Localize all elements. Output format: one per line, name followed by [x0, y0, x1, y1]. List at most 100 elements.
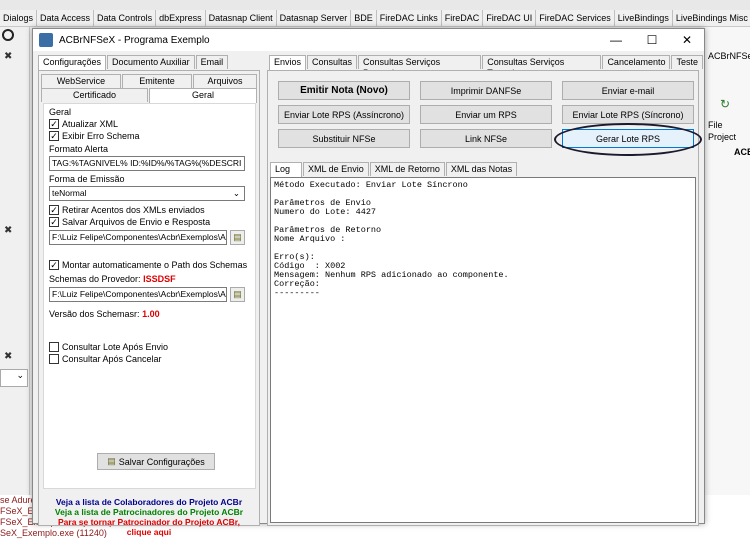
highlight-ellipse [554, 123, 702, 156]
checkbox-label: Consultar Lote Após Envio [62, 342, 169, 352]
palette-tab[interactable]: Dialogs [0, 10, 38, 26]
clique-aqui-link[interactable]: clique aqui [39, 527, 259, 537]
tab-xml-retorno[interactable]: XML de Retorno [369, 162, 445, 176]
enviar-um-rps-button[interactable]: Enviar um RPS [420, 105, 552, 124]
checkbox-icon: ✓ [49, 217, 59, 227]
patrocinador-link[interactable]: Para se tornar Patrocinador do Projeto A… [39, 517, 259, 527]
provedor-value: ISSDSF [143, 274, 176, 284]
minimize-button[interactable]: — [599, 29, 633, 51]
label-text: Schemas do Provedor: [49, 274, 141, 284]
ide-palette-tabs: Dialogs Data Access Data Controls dbExpress… [0, 10, 750, 27]
enviar-lote-sincrono-button[interactable]: Enviar Lote RPS (Síncrono) [562, 105, 694, 124]
versao-value: 1.00 [142, 309, 160, 319]
checkbox-label: Exibir Erro Schema [62, 131, 140, 141]
path-schemas-input[interactable]: F:\Luiz Felipe\Componentes\Acbr\Exemplos… [49, 287, 227, 302]
imprimir-danfse-button[interactable]: Imprimir DANFSe [420, 81, 552, 100]
window-title: ACBrNFSeX - Programa Exemplo [59, 34, 210, 46]
close-icon[interactable]: ✖ [4, 351, 12, 362]
checkbox-label: Salvar Arquivos de Envio e Resposta [62, 217, 211, 227]
file-menu[interactable]: File [708, 120, 723, 130]
palette-tab[interactable]: Data Controls [94, 10, 157, 26]
palette-tab[interactable]: FireDAC Services [536, 10, 615, 26]
chevron-down-icon[interactable]: ⌄ [0, 369, 28, 387]
checkbox-label: Consultar Após Cancelar [62, 354, 162, 364]
consultar-cancelar-checkbox[interactable]: Consultar Após Cancelar [49, 354, 162, 364]
exibir-erro-checkbox[interactable]: ✓ Exibir Erro Schema [49, 131, 140, 141]
ide-toolbar [0, 0, 750, 10]
tree-node[interactable]: ACB [734, 147, 750, 157]
checkbox-icon [49, 354, 59, 364]
folder-icon[interactable]: ▤ [230, 287, 245, 302]
tab-configuracoes[interactable]: Configurações [38, 55, 107, 70]
ide-right-panel: ACBrNFSe File Project ACB ↻ [704, 27, 750, 507]
palette-tab[interactable]: dbExpress [156, 10, 206, 26]
salvar-configuracoes-button[interactable]: ▤ Salvar Configurações [97, 453, 215, 470]
consultar-lote-checkbox[interactable]: Consultar Lote Após Envio [49, 342, 168, 352]
patrocinadores-link[interactable]: Veja a lista de Patrocinadores do Projet… [39, 507, 259, 517]
button-label: Salvar Configurações [118, 456, 205, 467]
palette-tab[interactable]: Data Access [37, 10, 95, 26]
palette-tab[interactable]: LiveBindings Misc [673, 10, 750, 26]
enviar-lote-assincrono-button[interactable]: Enviar Lote RPS (Assíncrono) [278, 105, 410, 124]
palette-tab[interactable]: BDE [351, 10, 377, 26]
tab-certificado[interactable]: Certificado [41, 88, 148, 102]
enviar-email-button[interactable]: Enviar e-mail [562, 81, 694, 100]
palette-tab[interactable]: Datasnap Client [206, 10, 277, 26]
link-nfse-button[interactable]: Link NFSe [420, 129, 552, 148]
app-window: ACBrNFSeX - Programa Exemplo — ☐ ✕ Confi… [32, 28, 705, 537]
folder-icon[interactable]: ▤ [230, 230, 245, 245]
tab-emitente[interactable]: Emitente [122, 74, 192, 88]
forma-emissao-label: Forma de Emissão [49, 174, 125, 184]
substituir-nfse-button[interactable]: Substituir NFSe [278, 129, 410, 148]
tab-email[interactable]: Email [195, 55, 229, 69]
colaboradores-link[interactable]: Veja a lista de Colaboradores do Projeto… [39, 497, 259, 507]
palette-tab[interactable]: FireDAC Links [377, 10, 442, 26]
tab-envios[interactable]: Envios [269, 55, 307, 70]
palette-tab[interactable]: Datasnap Server [277, 10, 352, 26]
schemas-provedor-label: Schemas do Provedor: ISSDSF [49, 274, 176, 284]
tab-consultas-tomados[interactable]: Consultas Serviços Tomados [482, 55, 602, 78]
tab-xml-notas[interactable]: XML das Notas [445, 162, 518, 176]
close-icon[interactable]: ✖ [4, 51, 12, 62]
label-text: Versão dos Schemasr: [49, 309, 140, 319]
close-icon[interactable]: ✖ [4, 225, 12, 236]
app-icon [39, 33, 53, 47]
palette-tab[interactable]: LiveBindings [615, 10, 673, 26]
tab-geral[interactable]: Geral [149, 88, 257, 103]
log-text: Método Executado: Enviar Lote Síncrono P… [274, 180, 509, 298]
tab-consultas[interactable]: Consultas [307, 55, 358, 69]
retirar-acentos-checkbox[interactable]: ✓ Retirar Acentos dos XMLs enviados [49, 205, 205, 215]
envios-panel: Emitir Nota (Novo) Imprimir DANFSe Envia… [267, 70, 702, 526]
forma-emissao-select[interactable]: teNormal ⌄ [49, 186, 245, 201]
close-button[interactable]: ✕ [670, 29, 704, 51]
palette-tab[interactable]: FireDAC UI [483, 10, 537, 26]
chevron-down-icon: ⌄ [232, 188, 240, 198]
palette-tab[interactable]: FireDAC [442, 10, 484, 26]
log-memo[interactable]: Método Executado: Enviar Lote Síncrono P… [270, 177, 696, 523]
tab-arquivos[interactable]: Arquivos [193, 74, 257, 88]
checkbox-icon: ✓ [49, 260, 59, 270]
checkbox-icon [49, 342, 59, 352]
salvar-arquivos-checkbox[interactable]: ✓ Salvar Arquivos de Envio e Resposta [49, 217, 210, 227]
atualizar-xml-checkbox[interactable]: ✓ Atualizar XML [49, 119, 118, 129]
tab-teste[interactable]: Teste [671, 55, 703, 69]
tab-log[interactable]: Log [270, 162, 302, 177]
geral-group: Geral ✓ Atualizar XML ✓ Exibir Erro Schema… [43, 103, 256, 489]
emitir-nota-button[interactable]: Emitir Nota (Novo) [278, 81, 410, 100]
checkbox-label: Retirar Acentos dos XMLs enviados [62, 205, 205, 215]
maximize-button[interactable]: ☐ [635, 29, 669, 51]
project-node[interactable]: Project [708, 132, 736, 142]
checkbox-label: Atualizar XML [62, 119, 119, 129]
tab-webservice[interactable]: WebService [41, 74, 121, 88]
checkbox-label: Montar automaticamente o Path dos Schema… [62, 260, 248, 270]
path-arquivos-input[interactable]: F:\Luiz Felipe\Componentes\Acbr\Exemplos… [49, 230, 227, 245]
refresh-icon[interactable]: ↻ [720, 97, 730, 111]
tab-consultas-prestados[interactable]: Consultas Serviços Prestados [358, 55, 482, 78]
formato-alerta-input[interactable]: TAG:%TAGNIVEL% ID:%ID%/%TAG%(%DESCRI [49, 156, 245, 171]
tab-cancelamento[interactable]: Cancelamento [602, 55, 671, 69]
tab-documento-auxiliar[interactable]: Documento Auxiliar [107, 55, 195, 69]
montar-path-checkbox[interactable]: ✓ Montar automaticamente o Path dos Schem… [49, 260, 247, 270]
ide-left-panel: ✖ ✖ ✖ ⌄ [0, 27, 30, 507]
tab-xml-envio[interactable]: XML de Envio [303, 162, 369, 176]
radio-icon [2, 29, 14, 41]
